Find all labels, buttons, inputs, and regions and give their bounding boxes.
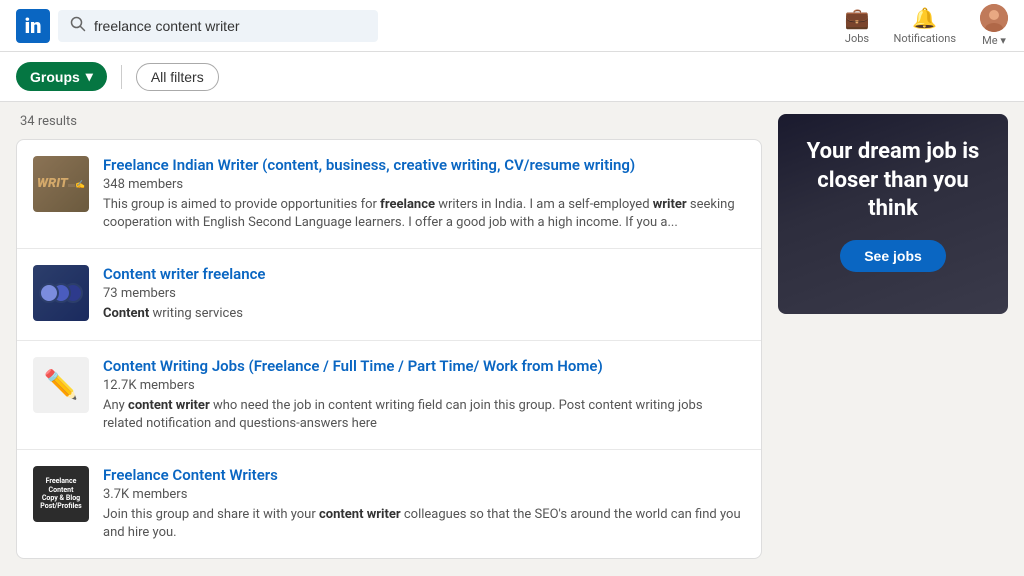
result-content: Freelance Content Writers 3.7K members J…: [103, 466, 745, 542]
nav-me[interactable]: Me ▾: [980, 4, 1008, 47]
divider: [121, 65, 122, 89]
table-row[interactable]: Content writer freelance 73 members Cont…: [17, 249, 761, 340]
table-row[interactable]: WRIT ✍ Freelance Indian Writer (content,…: [17, 140, 761, 249]
result-description: This group is aimed to provide opportuni…: [103, 196, 745, 232]
nav-me-label: Me ▾: [982, 34, 1006, 47]
bell-icon: 🔔: [912, 6, 937, 30]
result-members: 12.7K members: [103, 378, 745, 393]
nav-notifications-label: Notifications: [893, 32, 956, 45]
ad-card: Your dream job is closer than you think …: [778, 114, 1008, 314]
result-members: 3.7K members: [103, 487, 745, 502]
table-row[interactable]: Freelance ContentCopy & BlogPost/Profile…: [17, 450, 761, 558]
avatar: [980, 4, 1008, 32]
nav-jobs-label: Jobs: [845, 32, 869, 45]
table-row[interactable]: ✏️ Content Writing Jobs (Freelance / Ful…: [17, 341, 761, 450]
chevron-down-icon: ▾: [86, 68, 93, 85]
all-filters-button[interactable]: All filters: [136, 63, 219, 91]
result-title[interactable]: Freelance Content Writers: [103, 466, 745, 484]
groups-button-label: Groups: [30, 69, 80, 85]
result-description: Any content writer who need the job in c…: [103, 397, 745, 433]
linkedin-logo[interactable]: in: [16, 9, 50, 43]
result-members: 73 members: [103, 286, 745, 301]
results-column: 34 results WRIT ✍ Freelance Indian Write…: [16, 114, 762, 559]
see-jobs-button[interactable]: See jobs: [840, 240, 946, 272]
nav-right: 💼 Jobs 🔔 Notifications Me ▾: [845, 4, 1008, 47]
result-content: Content writer freelance 73 members Cont…: [103, 265, 745, 323]
result-title[interactable]: Freelance Indian Writer (content, busine…: [103, 156, 745, 174]
ad-title: Your dream job is closer than you think: [796, 138, 990, 224]
results-card: WRIT ✍ Freelance Indian Writer (content,…: [16, 139, 762, 559]
pencil-icon: ✏️: [44, 368, 79, 401]
result-description: Join this group and share it with your c…: [103, 506, 745, 542]
filters-bar: Groups ▾ All filters: [0, 52, 1024, 102]
nav-jobs[interactable]: 💼 Jobs: [845, 6, 870, 45]
group-thumbnail: Freelance ContentCopy & BlogPost/Profile…: [33, 466, 89, 522]
group-thumbnail: ✏️: [33, 357, 89, 413]
group-thumbnail: WRIT ✍: [33, 156, 89, 212]
main-content: 34 results WRIT ✍ Freelance Indian Write…: [0, 102, 1024, 571]
nav-notifications[interactable]: 🔔 Notifications: [893, 6, 956, 45]
results-count: 34 results: [16, 114, 762, 129]
group-thumbnail: [33, 265, 89, 321]
result-title[interactable]: Content Writing Jobs (Freelance / Full T…: [103, 357, 745, 375]
result-description: Content writing services: [103, 305, 745, 323]
result-content: Content Writing Jobs (Freelance / Full T…: [103, 357, 745, 433]
result-content: Freelance Indian Writer (content, busine…: [103, 156, 745, 232]
ad-panel: Your dream job is closer than you think …: [778, 114, 1008, 559]
briefcase-icon: 💼: [845, 6, 870, 30]
search-icon: [70, 16, 86, 36]
result-members: 348 members: [103, 177, 745, 192]
header: in 💼 Jobs 🔔 Notifications: [0, 0, 1024, 52]
search-bar: [58, 10, 378, 42]
result-title[interactable]: Content writer freelance: [103, 265, 745, 283]
search-input[interactable]: [94, 18, 366, 34]
groups-button[interactable]: Groups ▾: [16, 62, 107, 91]
